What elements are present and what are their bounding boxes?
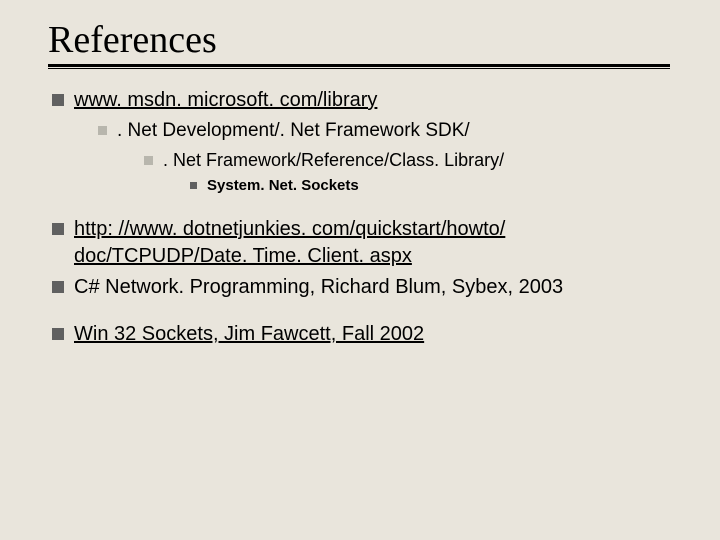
ref4: Win 32 Sockets, Jim Fawcett, Fall 2002 xyxy=(48,321,672,348)
ref1-sub2: . Net Framework/Reference/Class. Library… xyxy=(48,148,672,172)
ref2-link-line2[interactable]: doc/TCPUDP/Date. Time. Client. aspx xyxy=(74,245,412,267)
square-bullet-icon xyxy=(52,328,64,340)
ref1-sub2-text: . Net Framework/Reference/Class. Library… xyxy=(163,148,504,172)
ref1-sub3-text: System. Net. Sockets xyxy=(207,176,359,196)
ref3: C# Network. Programming, Richard Blum, S… xyxy=(48,274,672,301)
square-bullet-icon xyxy=(98,126,107,135)
ref2: http: //www. dotnetjunkies. com/quicksta… xyxy=(48,216,672,270)
square-bullet-icon xyxy=(190,182,197,189)
title-rule-thin xyxy=(48,68,670,69)
square-bullet-icon xyxy=(52,223,64,235)
square-bullet-icon xyxy=(52,281,64,293)
spacer xyxy=(48,305,672,321)
ref1-sub1: . Net Development/. Net Framework SDK/ xyxy=(48,118,672,144)
square-bullet-icon xyxy=(52,94,64,106)
spacer xyxy=(48,200,672,216)
ref4-link[interactable]: Win 32 Sockets, Jim Fawcett, Fall 2002 xyxy=(74,321,424,348)
title-rule-thick xyxy=(48,64,670,67)
slide-title: References xyxy=(48,18,672,62)
ref3-text: C# Network. Programming, Richard Blum, S… xyxy=(74,274,563,301)
ref1-link[interactable]: www. msdn. microsoft. com/library xyxy=(74,87,377,114)
ref1: www. msdn. microsoft. com/library xyxy=(48,87,672,114)
content-area: www. msdn. microsoft. com/library . Net … xyxy=(48,87,672,348)
ref1-sub3: System. Net. Sockets xyxy=(48,176,672,196)
slide: References www. msdn. microsoft. com/lib… xyxy=(0,0,720,540)
ref2-text: http: //www. dotnetjunkies. com/quicksta… xyxy=(74,216,505,270)
ref1-sub1-text: . Net Development/. Net Framework SDK/ xyxy=(117,118,470,144)
square-bullet-icon xyxy=(144,156,153,165)
ref2-link-line1[interactable]: http: //www. dotnetjunkies. com/quicksta… xyxy=(74,218,505,240)
